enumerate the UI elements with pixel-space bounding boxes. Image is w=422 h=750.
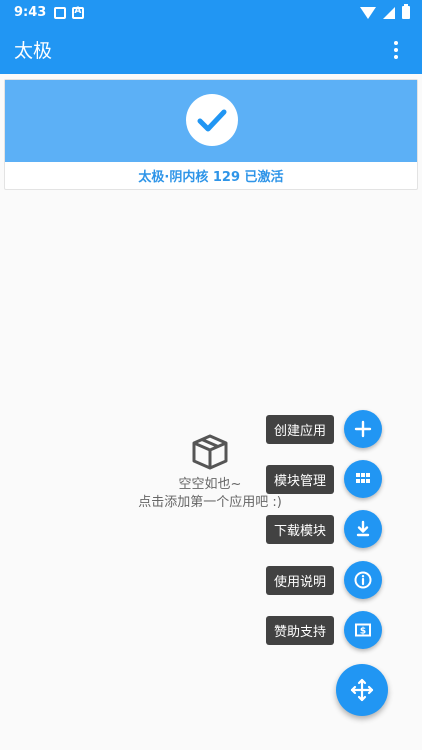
overflow-menu-icon[interactable] xyxy=(384,38,408,62)
svg-text:$: $ xyxy=(360,627,366,637)
usage-guide-action[interactable]: 使用说明 xyxy=(265,561,382,599)
module-manage-button[interactable] xyxy=(344,460,382,498)
activation-status-text: 太极·阴内核 129 已激活 xyxy=(138,170,284,185)
status-banner xyxy=(5,80,417,162)
dollar-icon: $ xyxy=(355,623,371,637)
sponsor-action[interactable]: 赞助支持 $ xyxy=(265,611,382,649)
create-app-button[interactable] xyxy=(344,410,382,448)
status-bar: 9:43 xyxy=(0,0,422,25)
module-manage-action[interactable]: 模块管理 xyxy=(265,460,382,498)
create-app-label[interactable]: 创建应用 xyxy=(265,414,334,444)
check-icon xyxy=(186,94,238,146)
app-notification-icon xyxy=(72,6,85,19)
speed-dial-toggle-button[interactable] xyxy=(336,664,388,716)
activation-status-card[interactable]: 太极·阴内核 129 已激活 xyxy=(4,79,418,190)
signal-icon xyxy=(383,6,395,19)
download-module-button[interactable] xyxy=(344,510,382,548)
image-notification-icon xyxy=(54,6,67,19)
info-icon xyxy=(354,571,372,589)
download-module-label[interactable]: 下载模块 xyxy=(265,514,334,544)
sponsor-button[interactable]: $ xyxy=(344,611,382,649)
app-bar: 太极 xyxy=(0,25,422,74)
download-icon xyxy=(356,520,370,537)
usage-guide-button[interactable] xyxy=(344,561,382,599)
sponsor-label[interactable]: 赞助支持 xyxy=(265,615,334,645)
app-title: 太极 xyxy=(14,40,53,62)
grid-icon xyxy=(356,473,370,483)
create-app-action[interactable]: 创建应用 xyxy=(265,410,382,448)
move-arrows-icon xyxy=(350,678,374,702)
battery-icon xyxy=(402,4,410,19)
status-time: 9:43 xyxy=(14,5,47,20)
usage-guide-label[interactable]: 使用说明 xyxy=(265,565,334,595)
module-manage-label[interactable]: 模块管理 xyxy=(265,464,334,494)
wifi-icon xyxy=(360,6,376,19)
plus-icon xyxy=(354,420,372,438)
empty-box-icon xyxy=(192,434,228,470)
download-module-action[interactable]: 下载模块 xyxy=(265,510,382,548)
